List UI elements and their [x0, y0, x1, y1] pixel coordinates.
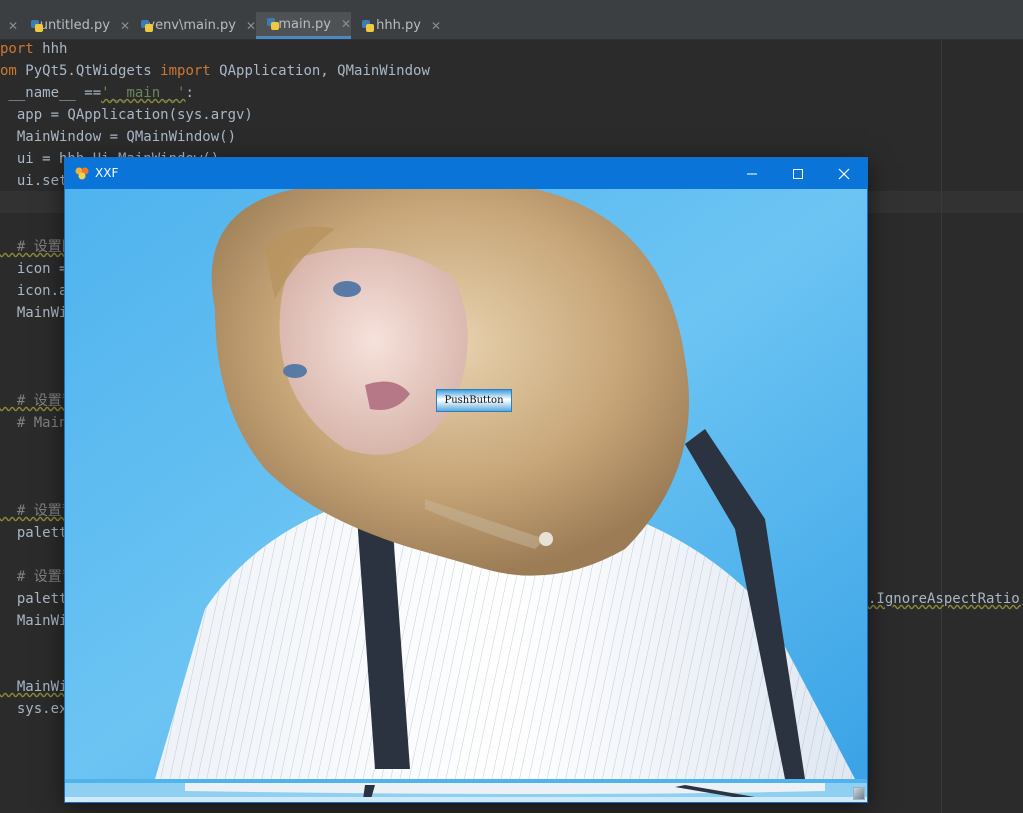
tab-venv-main-py[interactable]: venv\main.py ✕ [130, 12, 256, 39]
tab-stub[interactable]: ✕ [0, 12, 20, 39]
tab-close-icon[interactable]: ✕ [120, 19, 130, 33]
tab-label: main.py [278, 16, 331, 32]
minimize-icon [747, 173, 757, 174]
code-line: MainWindow = QMainWindow() [0, 129, 237, 145]
tab-close-icon[interactable]: ✕ [431, 19, 441, 33]
window-client-area: PushButton [65, 189, 867, 802]
tab-hhh-py[interactable]: hhh.py ✕ [351, 12, 441, 39]
minimize-button[interactable] [729, 158, 775, 189]
ide-window: ✕ untitled.py ✕ venv\main.py ✕ main.py ✕… [0, 0, 1023, 813]
tab-close-icon[interactable]: ✕ [341, 17, 351, 31]
code-line: om PyQt5.QtWidgets import QApplication, … [0, 63, 430, 79]
maximize-button[interactable] [775, 158, 821, 189]
resize-grip[interactable] [853, 787, 865, 800]
python-file-icon [30, 19, 43, 33]
push-button[interactable]: PushButton [436, 389, 512, 412]
app-icon [75, 167, 89, 180]
tab-label: venv\main.py [147, 18, 236, 33]
tab-label: hhh.py [376, 18, 421, 33]
tab-untitled-py[interactable]: untitled.py ✕ [20, 12, 130, 39]
background-photo-tile [65, 779, 867, 802]
background-photo [65, 189, 867, 779]
python-file-icon [361, 19, 375, 33]
window-title-bar[interactable]: XXF [65, 158, 867, 189]
code-line: app = QApplication(sys.argv) [0, 107, 253, 123]
python-file-icon [266, 17, 280, 31]
python-file-icon [140, 19, 158, 33]
editor-tab-bar: ✕ untitled.py ✕ venv\main.py ✕ main.py ✕… [0, 12, 1023, 40]
qt-main-window[interactable]: XXF PushButton [65, 158, 867, 802]
close-icon [838, 168, 850, 179]
right-margin-guide [941, 40, 942, 813]
tab-label: untitled.py [39, 18, 110, 33]
tab-close-icon[interactable]: ✕ [8, 19, 18, 33]
code-line: port hhh [0, 41, 68, 57]
window-title: XXF [95, 166, 119, 180]
tab-close-icon[interactable]: ✕ [246, 19, 256, 33]
code-line-tail: .IgnoreAspectRatio, [868, 591, 1023, 607]
code-line: __name__ =='__main__': [0, 85, 194, 101]
close-button[interactable] [821, 158, 867, 189]
tab-main-py[interactable]: main.py ✕ [256, 12, 351, 39]
maximize-icon [793, 168, 803, 179]
